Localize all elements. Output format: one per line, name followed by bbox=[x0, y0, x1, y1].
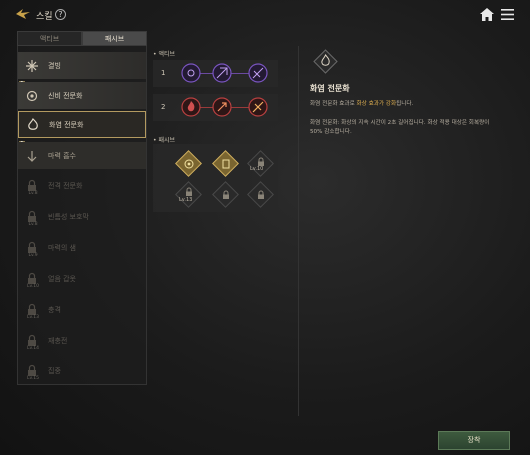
skill-item-locked[interactable]: Lv.9 마력의 샘 bbox=[18, 234, 146, 261]
skill-node-icon[interactable] bbox=[248, 97, 268, 117]
skill-item-locked[interactable]: Lv.8 전격 전문화 bbox=[18, 172, 146, 199]
skill-item-locked[interactable]: Lv.14 재충전 bbox=[18, 327, 146, 354]
active-skill-row-1: 1 bbox=[153, 60, 278, 87]
skill-item-absorb[interactable]: 마력 흡수 bbox=[18, 142, 146, 169]
lock-icon: Lv.9 bbox=[25, 241, 39, 258]
skill-item-locked[interactable]: Lv.10 얼음 갑옷 bbox=[18, 265, 146, 292]
skill-item-arcane[interactable]: 신비 전문화 bbox=[18, 82, 146, 109]
skill-node-icon[interactable] bbox=[212, 63, 232, 83]
passive-slot-grid: Lv.10 Lv.13 bbox=[153, 144, 278, 212]
detail-description-line: 화염 전문화: 화상의 지속 시간이 2초 길어집니다. 화상 적용 대상은 회… bbox=[310, 120, 490, 126]
flame-icon bbox=[313, 49, 338, 74]
equip-button[interactable]: 장착 bbox=[438, 431, 510, 450]
menu-icon[interactable] bbox=[501, 9, 514, 20]
skill-item-frost[interactable]: 결빙 bbox=[18, 52, 146, 79]
home-icon[interactable] bbox=[480, 8, 494, 21]
flame-icon bbox=[28, 117, 38, 130]
panel-divider bbox=[298, 46, 299, 416]
skill-label: 마력의 샘 bbox=[48, 243, 76, 252]
detail-description-line: 50% 감소합니다. bbox=[310, 129, 352, 135]
active-section-label: • 액티브 bbox=[153, 51, 176, 58]
skill-label: 화염 전문화 bbox=[49, 120, 84, 129]
skill-label: 신비 전문화 bbox=[48, 91, 83, 100]
skill-node-icon[interactable] bbox=[248, 63, 268, 83]
skill-label: 전격 전문화 bbox=[48, 181, 83, 190]
skill-item-locked[interactable]: Lv.13 충격 bbox=[18, 296, 146, 323]
skill-item-flame[interactable]: 화염 전문화 bbox=[18, 111, 146, 138]
lock-icon: Lv.8 bbox=[25, 210, 39, 227]
back-arrow-icon[interactable] bbox=[14, 7, 32, 21]
skill-label: 빈틈성 보호막 bbox=[48, 212, 89, 221]
arcane-eye-icon bbox=[184, 159, 194, 169]
page-title: 스킬 bbox=[36, 12, 53, 22]
slot-level-label: Lv.13 bbox=[179, 197, 193, 203]
skill-label: 집중 bbox=[48, 366, 61, 375]
lock-icon bbox=[186, 187, 192, 196]
row-number: 1 bbox=[161, 69, 166, 77]
lock-icon: Lv.10 bbox=[25, 272, 39, 289]
skill-label: 마력 흡수 bbox=[48, 151, 76, 160]
row-number: 2 bbox=[161, 103, 166, 111]
lock-icon bbox=[223, 190, 229, 199]
skill-label: 얼음 갑옷 bbox=[48, 274, 76, 283]
detail-effect-text: 화염 전문화 효과로 화상 효과가 강화됩니다. bbox=[310, 101, 414, 107]
help-icon[interactable]: ? bbox=[55, 9, 66, 20]
skill-label: 결빙 bbox=[48, 61, 61, 70]
skill-item-locked[interactable]: Lv.8 빈틈성 보호막 bbox=[18, 203, 146, 230]
snowflake-icon bbox=[26, 59, 38, 72]
absorb-icon bbox=[27, 150, 37, 162]
passive-section-label: • 패시브 bbox=[153, 137, 176, 144]
flame-icon bbox=[222, 159, 230, 169]
arcane-eye-icon bbox=[26, 90, 38, 101]
slot-level-label: Lv.10 bbox=[250, 166, 264, 172]
lock-icon bbox=[258, 190, 264, 199]
tab-passive[interactable]: 패시브 bbox=[82, 31, 147, 46]
lock-icon: Lv.14 bbox=[25, 334, 39, 351]
tab-active[interactable]: 액티브 bbox=[17, 31, 82, 46]
skill-type-tabs: 액티브 패시브 bbox=[17, 31, 147, 46]
lock-icon: Lv.13 bbox=[25, 303, 39, 320]
active-skill-row-2: 2 bbox=[153, 94, 278, 121]
skill-item-locked[interactable]: Lv.15 집중 bbox=[18, 357, 146, 384]
skill-label: 충격 bbox=[48, 305, 61, 314]
skill-node-icon[interactable] bbox=[181, 97, 201, 117]
detail-skill-name: 화염 전문화 bbox=[310, 84, 350, 93]
skill-node-icon[interactable] bbox=[181, 63, 201, 83]
lock-icon: Lv.15 bbox=[25, 364, 39, 381]
lock-icon: Lv.8 bbox=[25, 179, 39, 196]
skill-label: 재충전 bbox=[48, 336, 68, 345]
top-bar: 스킬 ? bbox=[0, 0, 530, 28]
skill-node-icon[interactable] bbox=[212, 97, 232, 117]
